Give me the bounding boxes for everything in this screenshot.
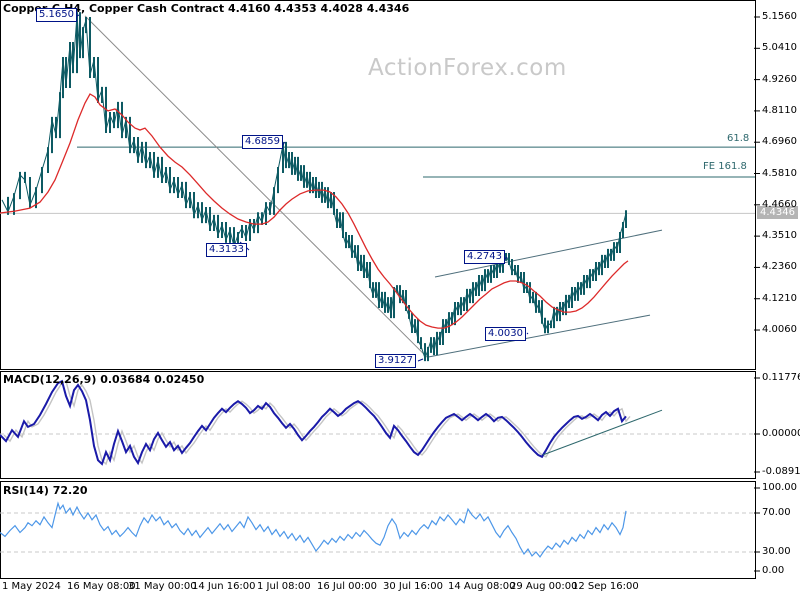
channel-upper-line [434, 229, 663, 278]
rsi-value: 72.20 [52, 484, 88, 497]
chart-title: Copper-C,H4, Copper Cash Contract 4.4160… [3, 2, 409, 15]
downtrend-line [84, 15, 428, 358]
macd-values: 0.03684 0.02450 [100, 373, 205, 386]
symbol-title: Copper-C,H4, Copper Cash Contract [3, 2, 225, 15]
annotation-pointer-line [417, 358, 424, 362]
rsi-name: RSI(14) [3, 484, 49, 497]
annotation-pointer-line [239, 241, 250, 251]
macd-name: MACD(12,26,9) [3, 373, 97, 386]
ohlc-values: 4.4160 4.4353 4.4028 4.4346 [227, 2, 410, 15]
candlesticks [7, 12, 627, 362]
channel-lower-line [426, 314, 651, 358]
rsi-indicator-label: RSI(14) 72.20 [3, 484, 88, 497]
annotation-pointer-line [526, 332, 529, 335]
macd-indicator-label: MACD(12,26,9) 0.03684 0.02450 [3, 373, 204, 386]
chart-canvas [0, 12, 760, 572]
chart-window: ActionForex.com Copper-C,H4, Copper Cash… [0, 0, 800, 600]
rsi-line [0, 501, 627, 558]
close-line [1, 15, 627, 360]
